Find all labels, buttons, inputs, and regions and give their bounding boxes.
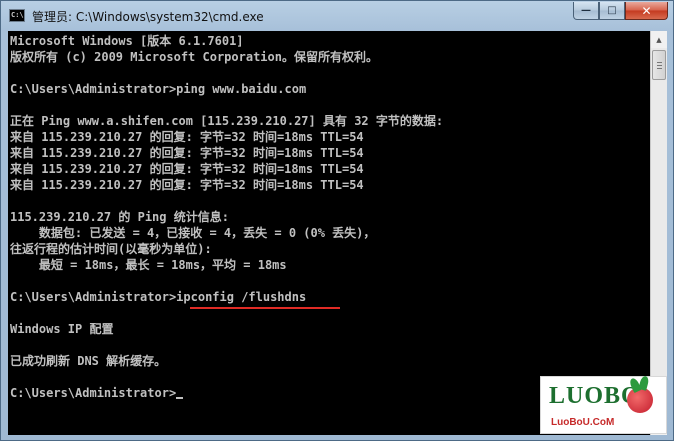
close-icon: ✕ — [641, 3, 652, 18]
console-line: 来自 115.239.210.27 的回复: 字节=32 时间=18ms TTL… — [10, 130, 364, 144]
text-cursor — [176, 397, 184, 399]
window-title: 管理员: C:\Windows\system32\cmd.exe — [32, 10, 264, 24]
console-line: Microsoft Windows [版本 6.1.7601] — [10, 34, 244, 48]
console-line: 已成功刷新 DNS 解析缓存。 — [10, 354, 167, 368]
console-line: 来自 115.239.210.27 的回复: 字节=32 时间=18ms TTL… — [10, 178, 364, 192]
console-line: C:\Users\Administrator>ping www.baidu.co… — [10, 82, 307, 96]
cmd-window: C:\ 管理员: C:\Windows\system32\cmd.exe — □… — [0, 0, 674, 441]
grip-line — [657, 62, 662, 63]
console-line: 版权所有 (c) 2009 Microsoft Corporation。保留所有… — [10, 50, 378, 64]
command-highlight-underline — [190, 307, 340, 309]
prompt-text: C:\Users\Administrator> — [10, 386, 177, 400]
caption-buttons: — □ ✕ — [573, 2, 668, 21]
title-bar[interactable]: C:\ 管理员: C:\Windows\system32\cmd.exe — □… — [1, 1, 673, 31]
console-line: 正在 Ping www.a.shifen.com [115.239.210.27… — [10, 114, 444, 128]
watermark-site: LuoBoU.CoM — [551, 417, 615, 428]
console-line: 来自 115.239.210.27 的回复: 字节=32 时间=18ms TTL… — [10, 162, 364, 176]
scroll-up-arrow-icon[interactable]: ▲ — [651, 31, 667, 48]
console-line: 115.239.210.27 的 Ping 统计信息: — [10, 210, 229, 224]
site-watermark: LUOBO LuoBoU.CoM — [540, 375, 667, 434]
console-output[interactable]: Microsoft Windows [版本 6.1.7601] 版权所有 (c)… — [8, 31, 650, 435]
vertical-scrollbar[interactable]: ▲ ▼ — [650, 31, 667, 435]
grip-line — [657, 68, 662, 69]
minimize-icon: — — [581, 5, 591, 16]
prompt-line[interactable]: C:\Users\Administrator> — [10, 385, 184, 401]
radish-icon — [627, 375, 653, 413]
console-line: 往返行程的估计时间(以毫秒为单位): — [10, 242, 212, 256]
maximize-button[interactable]: □ — [599, 2, 625, 20]
console-line: 来自 115.239.210.27 的回复: 字节=32 时间=18ms TTL… — [10, 146, 364, 160]
leaf-icon — [638, 375, 650, 391]
grip-line — [657, 65, 662, 66]
minimize-button[interactable]: — — [573, 2, 599, 20]
console-line: Windows IP 配置 — [10, 322, 114, 336]
close-button[interactable]: ✕ — [625, 2, 668, 20]
maximize-icon: □ — [607, 5, 617, 16]
console-line: C:\Users\Administrator>ipconfig /flushdn… — [10, 290, 307, 304]
console-line: 数据包: 已发送 = 4，已接收 = 4，丢失 = 0 (0% 丢失)， — [10, 226, 376, 240]
cmd-app-icon[interactable]: C:\ — [9, 9, 25, 22]
scroll-thumb[interactable] — [652, 50, 666, 80]
console-line: 最短 = 18ms，最长 = 18ms，平均 = 18ms — [10, 258, 287, 272]
